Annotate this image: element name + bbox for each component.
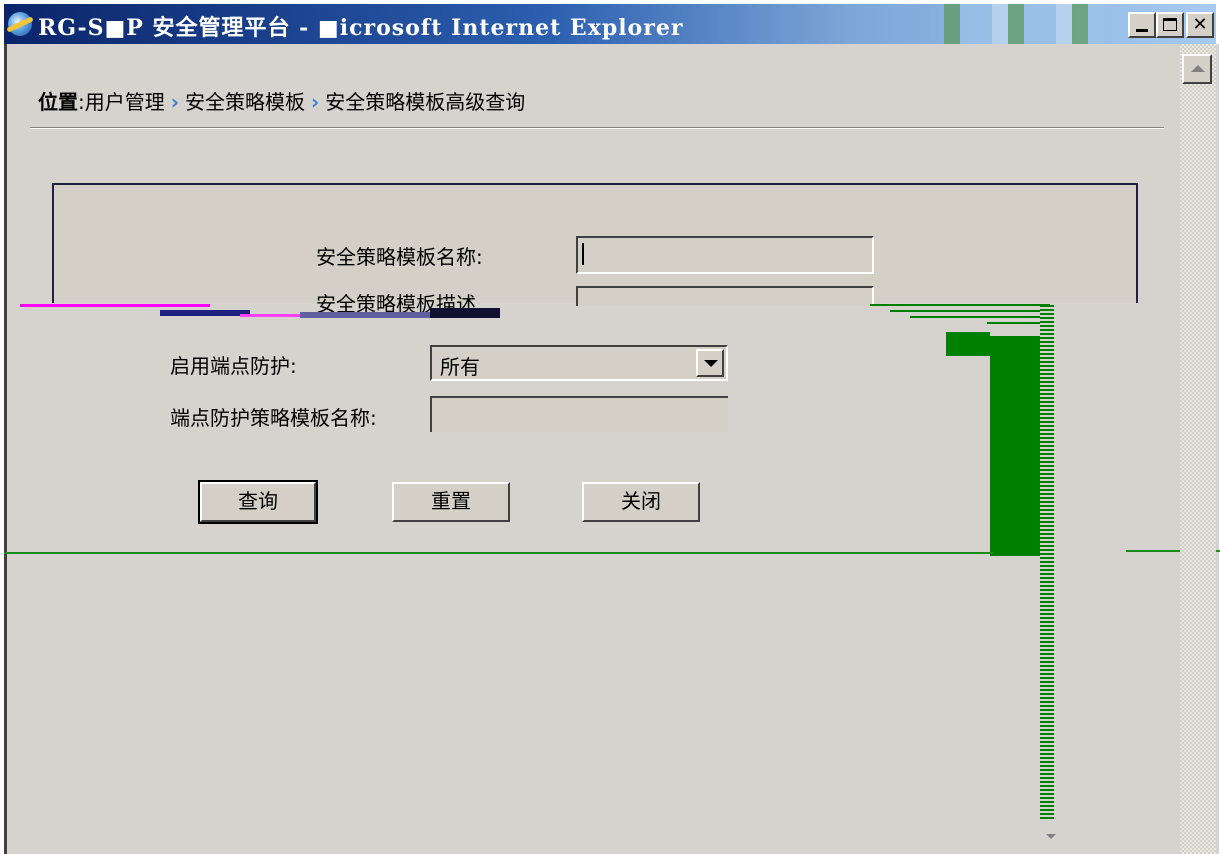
endpoint-template-name-input[interactable]	[430, 396, 728, 432]
breadcrumb-colon: :	[78, 90, 85, 114]
template-name-input[interactable]	[576, 236, 874, 274]
endpoint-protection-label: 启用端点防护:	[170, 354, 297, 378]
chevron-right-icon: ›	[311, 90, 320, 114]
query-button[interactable]: 查询	[198, 480, 318, 524]
vertical-scrollbar[interactable]	[1180, 44, 1216, 854]
chevron-down-icon[interactable]	[696, 349, 724, 377]
ie-icon	[8, 12, 32, 36]
close-button[interactable]: 关闭	[582, 482, 700, 522]
maximize-button[interactable]	[1156, 12, 1184, 38]
breadcrumb: 位置:用户管理 › 安全策略模板 › 安全策略模板高级查询	[38, 86, 525, 115]
green-artifact	[1040, 305, 1054, 820]
chevron-right-icon: ›	[170, 90, 179, 114]
window-title: RG-S■P 安全管理平台 - ■icrosoft Internet Explo…	[38, 15, 684, 41]
title-bar: RG-S■P 安全管理平台 - ■icrosoft Internet Explo…	[4, 4, 1216, 44]
divider-green	[4, 552, 994, 554]
endpoint-template-name-label: 端点防护策略模板名称:	[170, 406, 377, 430]
close-window-button[interactable]: ✕	[1186, 12, 1214, 38]
breadcrumb-item-advanced-query: 安全策略模板高级查询	[325, 90, 526, 114]
reset-button[interactable]: 重置	[392, 482, 510, 522]
green-artifact	[990, 336, 1040, 556]
divider	[30, 127, 1164, 129]
breadcrumb-item-security-template[interactable]: 安全策略模板	[185, 90, 305, 114]
template-name-label: 安全策略模板名称:	[316, 245, 483, 269]
breadcrumb-lead: 位置	[38, 90, 78, 114]
scroll-up-button[interactable]	[1182, 54, 1212, 84]
breadcrumb-item-user-management[interactable]: 用户管理	[85, 90, 165, 114]
title-bar-decoration	[944, 4, 1104, 44]
endpoint-protection-select[interactable]: 所有	[430, 345, 728, 381]
scroll-down-button[interactable]	[1040, 826, 1064, 848]
endpoint-protection-value: 所有	[440, 355, 480, 379]
green-artifact	[946, 332, 990, 356]
minimize-button[interactable]	[1128, 12, 1156, 38]
text-caret	[582, 243, 584, 265]
